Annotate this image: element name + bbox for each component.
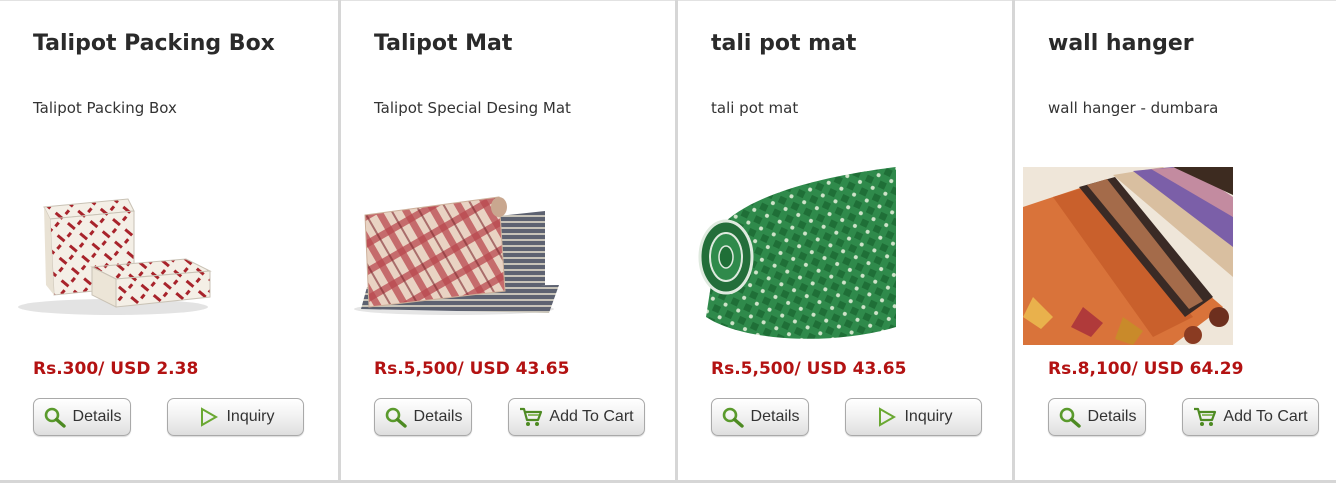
product-card: Talipot Packing Box Talipot Packing Box [0,0,338,480]
product-price: Rs.8,100/ USD 64.29 [1048,359,1244,379]
cart-icon [519,406,543,428]
add-to-cart-button[interactable]: Add To Cart [508,398,645,436]
product-description: tali pot mat [711,99,799,117]
magnifier-icon [43,406,67,428]
play-icon [874,406,898,428]
add-to-cart-label: Add To Cart [549,408,634,425]
product-card: wall hanger wall hanger - dumbara Rs.8,1… [1015,0,1336,480]
add-to-cart-button[interactable]: Add To Cart [1182,398,1319,436]
product-title[interactable]: wall hanger [1048,31,1194,56]
plaid-mat-image[interactable] [349,167,559,345]
product-title[interactable]: tali pot mat [711,31,856,56]
product-card: Talipot Mat Talipot Special Desing Mat R… [341,0,675,480]
product-price: Rs.300/ USD 2.38 [33,359,199,379]
product-grid: Talipot Packing Box Talipot Packing Box [0,0,1336,483]
green-mat-image[interactable] [686,167,896,345]
wall-hanger-image[interactable] [1023,167,1233,345]
details-button-label: Details [750,408,800,425]
details-button[interactable]: Details [711,398,809,436]
product-price: Rs.5,500/ USD 43.65 [374,359,570,379]
magnifier-icon [721,406,745,428]
play-icon [196,406,220,428]
details-button-label: Details [413,408,463,425]
magnifier-icon [384,406,408,428]
product-description: Talipot Special Desing Mat [374,99,571,117]
product-description: Talipot Packing Box [33,99,177,117]
details-button-label: Details [72,408,122,425]
inquiry-button-label: Inquiry [904,408,953,425]
product-price: Rs.5,500/ USD 43.65 [711,359,907,379]
packing-box-image[interactable] [8,167,218,345]
inquiry-button[interactable]: Inquiry [845,398,982,436]
details-button-label: Details [1087,408,1137,425]
details-button[interactable]: Details [1048,398,1146,436]
product-title[interactable]: Talipot Mat [374,31,512,56]
details-button[interactable]: Details [374,398,472,436]
product-description: wall hanger - dumbara [1048,99,1219,117]
cart-icon [1193,406,1217,428]
inquiry-button-label: Inquiry [226,408,275,425]
product-title[interactable]: Talipot Packing Box [33,31,275,56]
add-to-cart-label: Add To Cart [1223,408,1308,425]
product-card: tali pot mat tali pot mat Rs.5,500/ USD … [678,0,1012,480]
magnifier-icon [1058,406,1082,428]
details-button[interactable]: Details [33,398,131,436]
inquiry-button[interactable]: Inquiry [167,398,304,436]
